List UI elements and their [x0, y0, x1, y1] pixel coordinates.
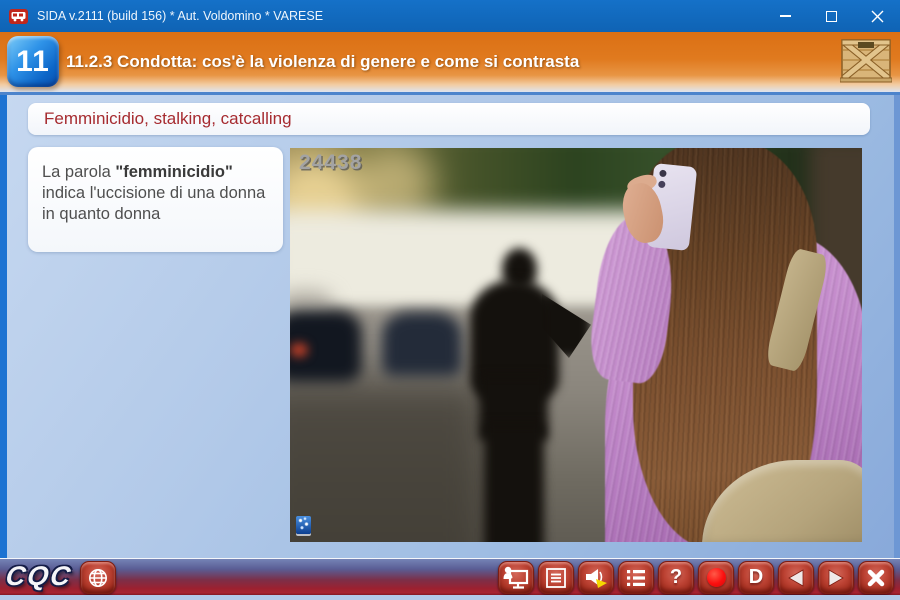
maximize-icon[interactable]	[808, 0, 854, 32]
lesson-content: Femminicidio, stalking, catcalling La pa…	[0, 95, 900, 558]
minimize-icon[interactable]	[762, 0, 808, 32]
bottom-toolbar: CQC	[0, 558, 900, 595]
close-icon[interactable]	[854, 0, 900, 32]
cqc-logo[interactable]: CQC	[4, 561, 74, 592]
bus-app-icon[interactable]	[9, 9, 28, 24]
wooden-crate-icon[interactable]	[840, 38, 892, 89]
parked-car	[382, 312, 462, 376]
arrow-left-icon[interactable]	[778, 561, 814, 594]
list-index-icon[interactable]	[618, 561, 654, 594]
caption-bold: "femminicidio"	[115, 163, 232, 181]
letter-d-icon: D	[749, 566, 763, 589]
caption-card: La parola "femminicidio" indica l'uccisi…	[28, 147, 283, 252]
document-icon[interactable]	[538, 561, 574, 594]
lesson-photo: 24438	[290, 148, 862, 542]
left-border-strip	[0, 95, 7, 558]
lesson-subtitle-bar: Femminicidio, stalking, catcalling	[28, 103, 870, 135]
question-icon: ?	[670, 566, 682, 589]
sida-window: SIDA v.2111 (build 156) * Aut. Voldomino…	[0, 0, 900, 600]
sida-sparkle-icon	[296, 516, 311, 534]
lesson-subtitle: Femminicidio, stalking, catcalling	[44, 109, 292, 129]
chapter-11-badge: 11	[7, 36, 59, 87]
speaker-audio-icon[interactable]	[578, 561, 614, 594]
caption-suffix: indica l'uccisione di una donna in quant…	[42, 184, 265, 223]
window-title: SIDA v.2111 (build 156) * Aut. Voldomino…	[37, 9, 762, 23]
help-button[interactable]: ?	[658, 561, 694, 594]
record-icon[interactable]	[698, 561, 734, 594]
globe-icon[interactable]	[80, 561, 116, 594]
lesson-title: 11.2.3 Condotta: cos'è la violenza di ge…	[66, 32, 579, 92]
arrow-right-icon[interactable]	[818, 561, 854, 594]
lesson-header: 11 11.2.3 Condotta: cos'è la violenza di…	[0, 32, 900, 92]
caption-prefix: La parola	[42, 163, 115, 181]
x-close-icon[interactable]	[858, 561, 894, 594]
right-border-strip	[894, 95, 900, 558]
titlebar: SIDA v.2111 (build 156) * Aut. Voldomino…	[0, 0, 900, 32]
photo-code-watermark: 24438	[299, 151, 362, 175]
presenter-monitor-icon[interactable]	[498, 561, 534, 594]
window-bottom-edge	[0, 595, 900, 600]
dictionary-button[interactable]: D	[738, 561, 774, 594]
